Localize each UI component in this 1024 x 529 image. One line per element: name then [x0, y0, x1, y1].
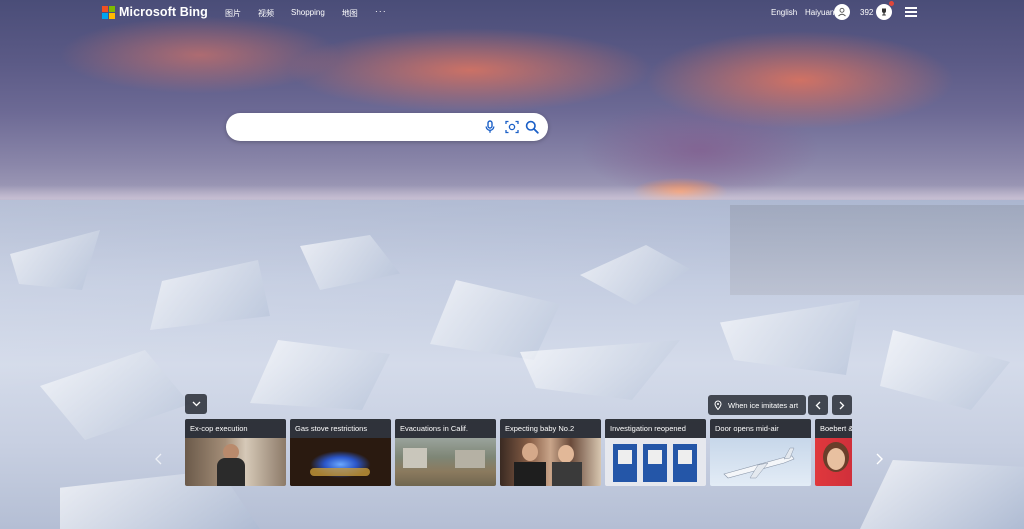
news-card-title: Expecting baby No.2 [500, 419, 601, 438]
feed-scroll-right-button[interactable] [872, 450, 886, 468]
language-switch[interactable]: English [771, 8, 797, 17]
news-card-image [290, 438, 391, 486]
search-input[interactable] [240, 119, 484, 137]
chevron-right-icon [876, 453, 883, 465]
sky [0, 0, 1024, 205]
news-card-image [185, 438, 286, 486]
news-card-image [710, 438, 811, 486]
next-image-button[interactable] [832, 395, 852, 415]
chevron-left-icon [154, 453, 161, 465]
news-card-image [500, 438, 601, 486]
news-card-image [395, 438, 496, 486]
news-card-image [815, 438, 852, 486]
news-card-title: Gas stove restrictions [290, 419, 391, 438]
image-info-button[interactable]: When ice imitates art [708, 395, 807, 415]
news-card[interactable]: Evacuations in Calif. [395, 419, 496, 486]
news-card-title: Evacuations in Calif. [395, 419, 496, 438]
news-feed: Ex-cop execution Gas stove restrictions … [185, 419, 852, 486]
notification-dot [889, 1, 894, 6]
news-card-image [605, 438, 706, 486]
collapse-feed-button[interactable] [185, 394, 207, 414]
location-pin-icon [714, 400, 722, 410]
feed-scroll-left-button[interactable] [151, 450, 165, 468]
top-nav: 图片 视频 Shopping 地图 ··· [225, 6, 404, 19]
microsoft-logo-icon [102, 5, 115, 19]
news-card-title: Investigation reopened [605, 419, 706, 438]
image-caption: When ice imitates art [728, 400, 799, 410]
chevron-right-icon [839, 401, 845, 409]
bing-logo[interactable]: Microsoft Bing [102, 5, 208, 19]
search-icon[interactable] [524, 119, 540, 135]
avatar[interactable] [834, 4, 850, 20]
brand-name: Microsoft Bing [119, 5, 208, 19]
airplane-icon [723, 447, 795, 479]
chevron-left-icon [815, 401, 821, 409]
username[interactable]: Haiyuan [805, 8, 834, 17]
previous-image-button[interactable] [808, 395, 828, 415]
user-icon [838, 7, 846, 17]
rewards-points[interactable]: 392 [860, 8, 873, 17]
news-card-title: Ex-cop execution [185, 419, 286, 438]
news-card-title: Boebert & [815, 419, 852, 438]
nav-maps[interactable]: 地图 [342, 8, 358, 19]
news-card[interactable]: Expecting baby No.2 [500, 419, 601, 486]
hamburger-menu-icon[interactable] [905, 7, 917, 17]
microphone-icon[interactable] [482, 119, 498, 135]
news-card[interactable]: Ex-cop execution [185, 419, 286, 486]
visual-search-icon[interactable] [504, 119, 520, 135]
nav-videos[interactable]: 视频 [258, 8, 274, 19]
nav-shopping[interactable]: Shopping [291, 8, 325, 19]
chevron-down-icon [192, 401, 200, 407]
news-card[interactable]: Door opens mid-air [710, 419, 811, 486]
rewards-button[interactable] [876, 4, 892, 20]
news-card[interactable]: Boebert & [815, 419, 852, 486]
news-card-title: Door opens mid-air [710, 419, 811, 438]
search-box [226, 113, 548, 141]
news-card[interactable]: Gas stove restrictions [290, 419, 391, 486]
open-water [730, 205, 1024, 295]
news-card[interactable]: Investigation reopened [605, 419, 706, 486]
nav-images[interactable]: 图片 [225, 8, 241, 19]
nav-more-button[interactable]: ··· [375, 6, 387, 19]
trophy-icon [882, 8, 886, 16]
header: Microsoft Bing 图片 视频 Shopping 地图 ··· Eng… [0, 0, 1024, 26]
